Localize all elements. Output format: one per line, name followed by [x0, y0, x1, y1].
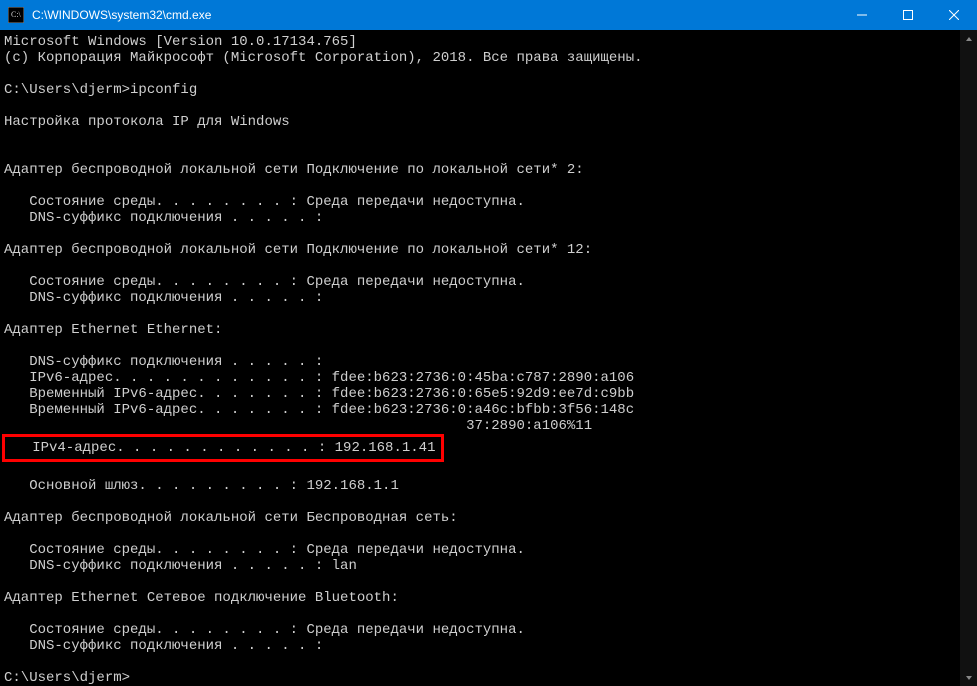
terminal-line: [4, 654, 977, 670]
terminal-output[interactable]: Microsoft Windows [Version 10.0.17134.76…: [0, 30, 977, 686]
partial-obscured-line: 37:2890:a106%11: [4, 418, 977, 434]
terminal-line: Настройка протокола IP для Windows: [4, 114, 977, 130]
terminal-line: [4, 526, 977, 542]
terminal-line: Состояние среды. . . . . . . . : Среда п…: [4, 194, 977, 210]
terminal-line: Адаптер беспроводной локальной сети Подк…: [4, 162, 977, 178]
terminal-line: [4, 226, 977, 242]
terminal-line: [4, 146, 977, 162]
terminal-line: Microsoft Windows [Version 10.0.17134.76…: [4, 34, 977, 50]
terminal-line: DNS-суффикс подключения . . . . . : lan: [4, 558, 977, 574]
terminal-line: Адаптер Ethernet Сетевое подключение Blu…: [4, 590, 977, 606]
ipv4-highlight-row: IPv4-адрес. . . . . . . . . . . . : 192.…: [4, 434, 977, 462]
terminal-line: Адаптер беспроводной локальной сети Подк…: [4, 242, 977, 258]
scroll-track[interactable]: [960, 47, 977, 669]
terminal-line: [4, 494, 977, 510]
window-title: C:\WINDOWS\system32\cmd.exe: [32, 8, 211, 22]
terminal-line: [4, 606, 977, 622]
terminal-line: IPv6-адрес. . . . . . . . . . . . : fdee…: [4, 370, 977, 386]
terminal-line: DNS-суффикс подключения . . . . . :: [4, 210, 977, 226]
terminal-line: Основной шлюз. . . . . . . . . : 192.168…: [4, 478, 977, 494]
window-titlebar[interactable]: C:\ C:\WINDOWS\system32\cmd.exe: [0, 0, 977, 30]
terminal-line: DNS-суффикс подключения . . . . . :: [4, 354, 977, 370]
terminal-line: [4, 130, 977, 146]
ipv4-highlight: IPv4-адрес. . . . . . . . . . . . : 192.…: [2, 434, 444, 462]
terminal-line: [4, 306, 977, 322]
terminal-line: Состояние среды. . . . . . . . : Среда п…: [4, 622, 977, 638]
terminal-line: [4, 574, 977, 590]
cmd-icon: C:\: [8, 7, 24, 23]
terminal-line: [4, 258, 977, 274]
terminal-line: C:\Users\djerm>ipconfig: [4, 82, 977, 98]
terminal-line: [4, 178, 977, 194]
svg-text:C:\: C:\: [11, 10, 22, 19]
blank-after-highlight: [4, 462, 977, 478]
terminal-line: DNS-суффикс подключения . . . . . :: [4, 290, 977, 306]
vertical-scrollbar[interactable]: [960, 30, 977, 686]
terminal-line: Временный IPv6-адрес. . . . . . . : fdee…: [4, 386, 977, 402]
terminal-line: DNS-суффикс подключения . . . . . :: [4, 638, 977, 654]
terminal-line: Временный IPv6-адрес. . . . . . . : fdee…: [4, 402, 977, 418]
terminal-line: Состояние среды. . . . . . . . : Среда п…: [4, 542, 977, 558]
close-button[interactable]: [931, 0, 977, 30]
terminal-line: Адаптер беспроводной локальной сети Бесп…: [4, 510, 977, 526]
terminal-line: C:\Users\djerm>: [4, 670, 977, 686]
terminal-line: [4, 338, 977, 354]
terminal-line: Состояние среды. . . . . . . . : Среда п…: [4, 274, 977, 290]
maximize-button[interactable]: [885, 0, 931, 30]
scroll-up-arrow-icon[interactable]: [960, 30, 977, 47]
minimize-button[interactable]: [839, 0, 885, 30]
terminal-line: Адаптер Ethernet Ethernet:: [4, 322, 977, 338]
terminal-line: (c) Корпорация Майкрософт (Microsoft Cor…: [4, 50, 977, 66]
scroll-down-arrow-icon[interactable]: [960, 669, 977, 686]
terminal-line: [4, 98, 977, 114]
terminal-line: [4, 66, 977, 82]
